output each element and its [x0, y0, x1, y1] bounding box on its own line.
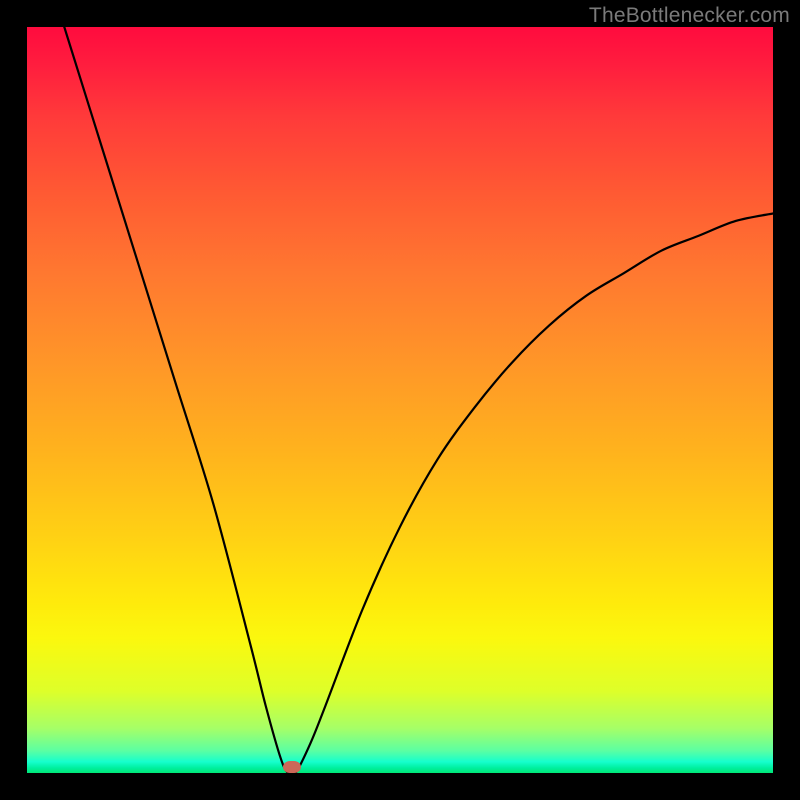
bottleneck-curve: [27, 27, 773, 773]
watermark-text: TheBottlenecker.com: [589, 4, 790, 28]
minimum-marker: [283, 761, 301, 773]
plot-area: [27, 27, 773, 773]
chart-frame: TheBottlenecker.com: [0, 0, 800, 800]
